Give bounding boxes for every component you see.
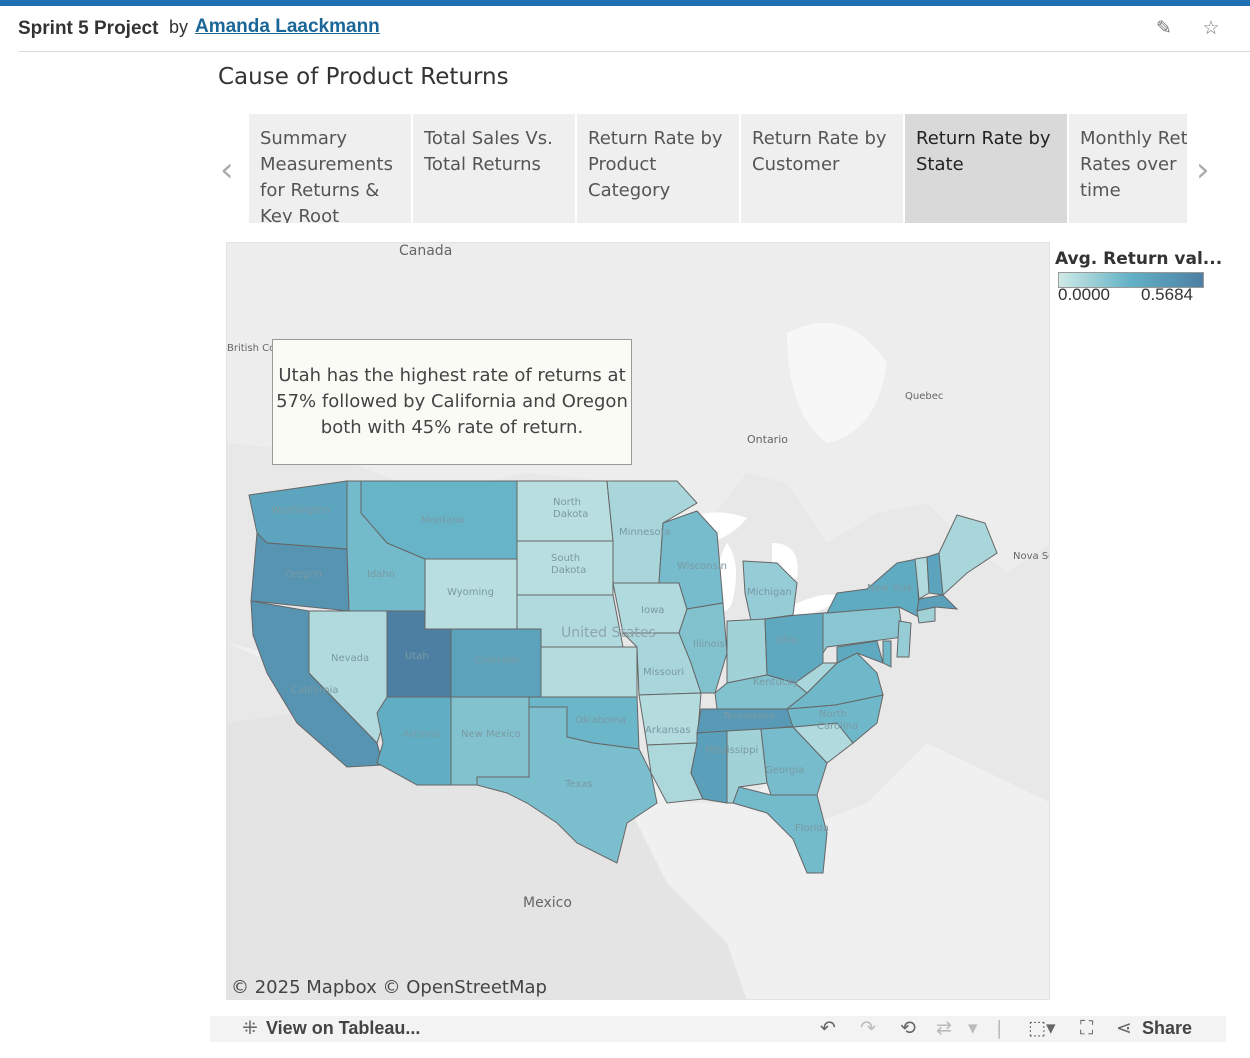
edit-icon[interactable]: ✎ [1153,18,1175,40]
state-new-mexico[interactable] [450,696,530,786]
redo-icon[interactable]: ↷ [860,1017,876,1039]
tab-return-rate-by-customer[interactable]: Return Rate by Customer [741,114,903,223]
label-idaho: Idaho [367,569,395,580]
legend-max: 0.5684 [1141,285,1193,304]
label-michigan: Michigan [747,587,792,598]
label-new-mexico: New Mexico [461,729,521,740]
label-arkansas: Arkansas [645,725,691,736]
label-missouri: Missouri [643,667,684,678]
tab-return-rate-by-category[interactable]: Return Rate by Product Category [577,114,739,223]
label-wisconsin: Wisconsin [677,561,727,572]
label-washington: Washington [271,505,330,516]
revert-icon[interactable]: ⟲ [900,1017,916,1039]
label-new-york: New York [867,583,913,594]
by-label: by [169,17,189,37]
label-nevada: Nevada [331,653,369,664]
author-link[interactable]: Amanda Laackmann [195,16,380,38]
state-delaware[interactable] [882,640,892,668]
label-south-dakota: South [551,553,580,564]
label-oregon: Oregon [285,569,322,580]
label-south-dakota-2: Dakota [551,565,586,576]
dashboard-title: Cause of Product Returns [218,64,509,90]
fullscreen-icon[interactable]: ⛶ [1080,1017,1093,1039]
label-utah: Utah [405,651,429,662]
state-arkansas[interactable] [638,692,702,746]
label-north-dakota-2: Dakota [553,509,588,520]
color-legend: Avg. Return val... 0.0000 0.5684 [1055,249,1245,304]
tab-monthly-return-rates[interactable]: Monthly Return Rates over time [1069,114,1187,223]
tabs-next-arrow-icon[interactable]: › [1196,150,1210,190]
map-annotation: Utah has the highest rate of returns at … [272,339,632,465]
label-north-carolina-2: Carolina [817,721,858,732]
label-mexico: Mexico [523,895,572,911]
label-minnesota: Minnesota [619,527,671,538]
legend-title: Avg. Return val... [1055,249,1223,269]
label-arizona: Arizona [403,729,441,740]
tabs-prev-arrow-icon[interactable]: ‹ [220,150,234,190]
label-colorado: Colorado [475,655,520,666]
label-north-carolina: North [819,709,847,720]
state-indiana[interactable] [726,618,768,684]
tab-return-rate-by-state[interactable]: Return Rate by State [905,114,1067,223]
bottom-toolbar: ⁜ View on Tableau... ↶ ↷ ⟲ ⇄ ▾ | ⬚▾ ⛶ ⋖ … [210,1016,1226,1042]
label-iowa: Iowa [641,605,664,616]
label-quebec: Quebec [905,391,943,402]
label-ontario: Ontario [747,433,788,446]
story-tabs: Summary Measurements for Returns & Key R… [249,114,1187,223]
star-icon[interactable]: ☆ [1200,18,1222,40]
tab-total-sales-vs-returns[interactable]: Total Sales Vs. Total Returns [413,114,575,223]
label-tennessee: Tennessee [722,711,775,722]
label-wyoming: Wyoming [447,587,494,598]
toolbar-divider: | [996,1017,1003,1039]
label-montana: Montana [421,515,465,526]
tab-summary[interactable]: Summary Measurements for Returns & Key R… [249,114,411,223]
label-united-states: United States [561,625,656,641]
tableau-logo-icon: ⁜ [242,1017,258,1039]
state-kansas[interactable] [540,646,638,698]
legend-min: 0.0000 [1058,285,1110,304]
view-on-tableau-link[interactable]: View on Tableau... [266,1018,420,1039]
label-north-dakota: North [553,497,581,508]
refresh-dropdown-icon[interactable]: ▾ [968,1017,978,1039]
label-canada: Canada [399,243,452,259]
workbook-title: Sprint 5 Project [18,18,159,39]
download-icon[interactable]: ⬚▾ [1028,1017,1056,1039]
page-header: Sprint 5 Project by Amanda Laackmann ✎ ☆ [18,6,1250,52]
label-kentucky: Kentucky [753,677,799,688]
label-florida: Florida [795,823,829,834]
share-icon[interactable]: ⋖ [1116,1017,1132,1039]
label-ohio: Ohio [775,635,798,646]
label-georgia: Georgia [765,765,804,776]
refresh-icon[interactable]: ⇄ [936,1017,952,1039]
share-button[interactable]: Share [1142,1018,1192,1039]
map-attribution: © 2025 Mapbox © OpenStreetMap [231,977,547,998]
label-oklahoma: Oklahoma [575,715,626,726]
label-texas: Texas [564,779,593,790]
label-mississippi: Mississippi [705,745,758,756]
state-new-jersey[interactable] [896,620,912,658]
undo-icon[interactable]: ↶ [820,1017,836,1039]
label-illinois: Illinois [693,639,725,650]
label-california: California [291,685,339,696]
label-nova-scotia: Nova Sc [1013,551,1050,562]
